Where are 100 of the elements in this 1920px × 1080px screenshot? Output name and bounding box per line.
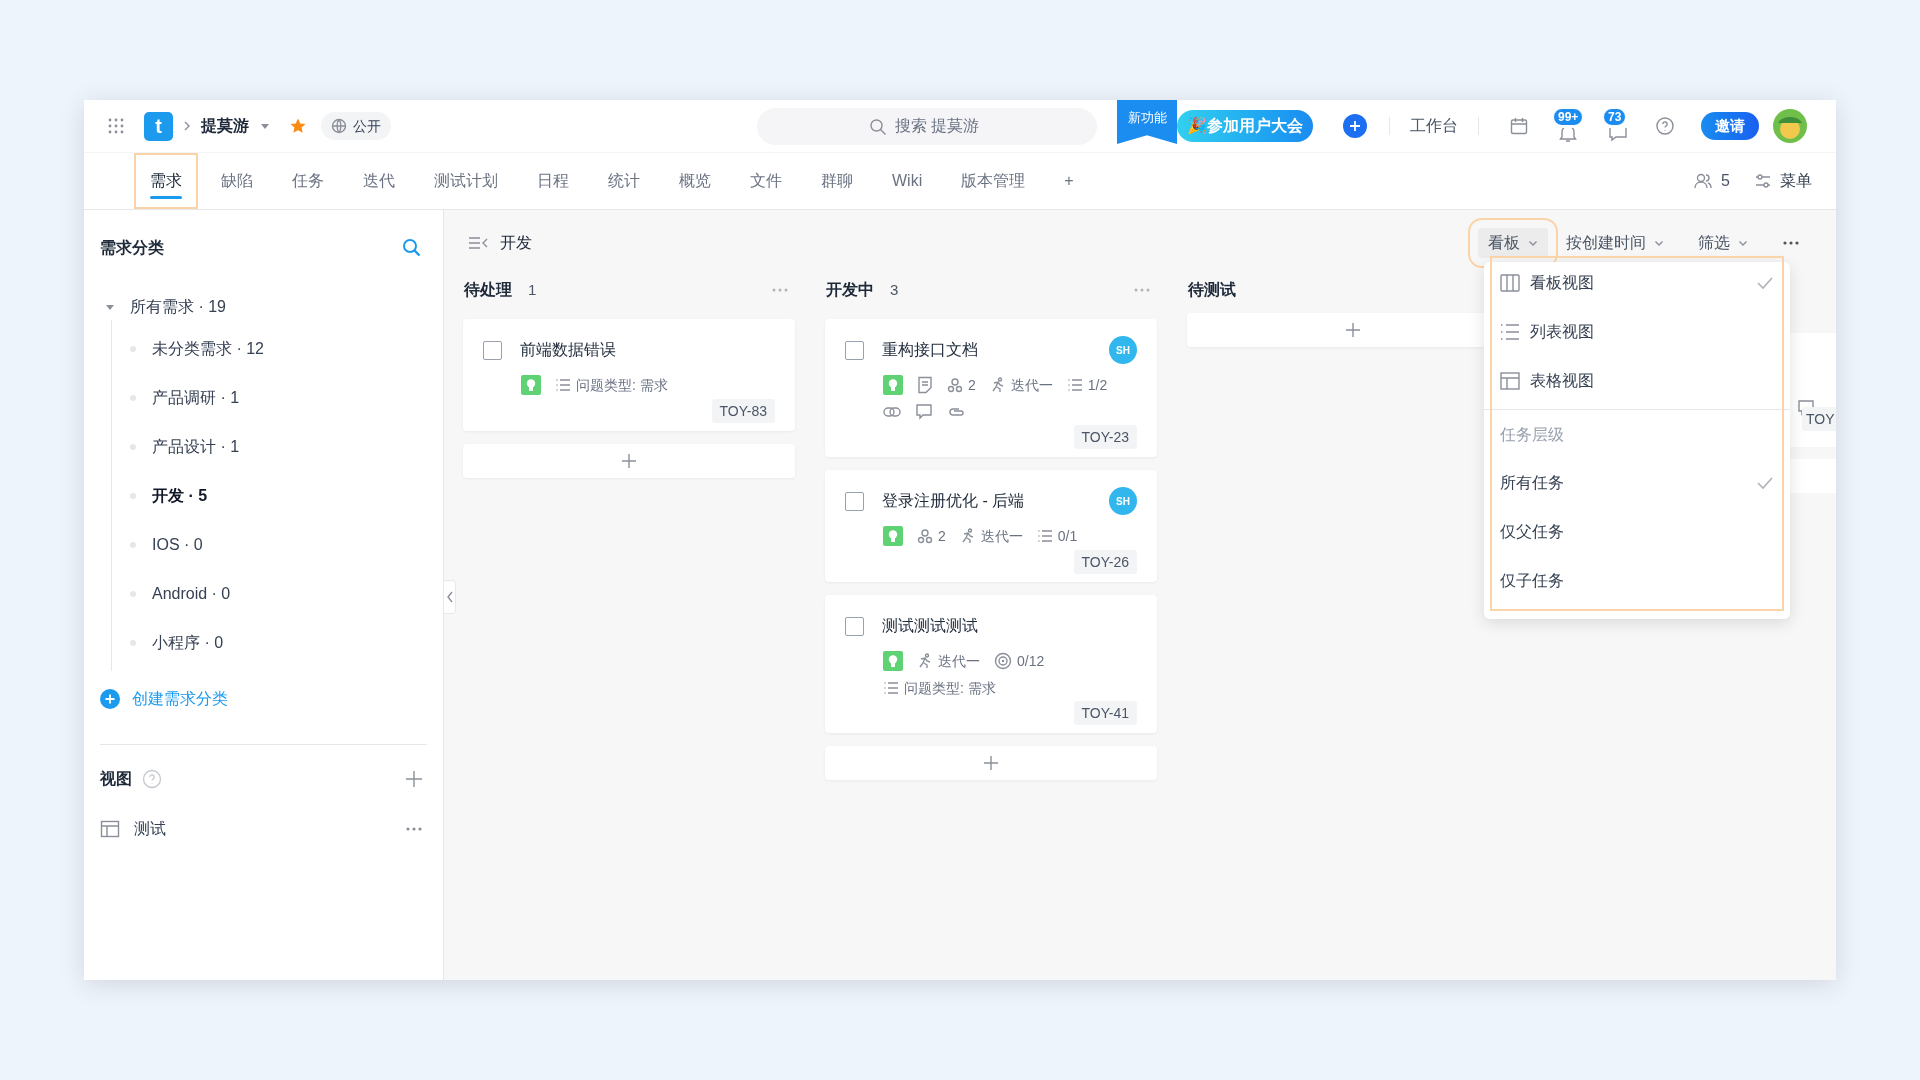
- document-icon: [917, 376, 933, 394]
- star-icon[interactable]: [289, 117, 307, 135]
- menu-item[interactable]: 仅子任务: [1492, 556, 1782, 605]
- card-title: 重构接口文档: [882, 340, 978, 360]
- section-title: 视图: [100, 769, 132, 789]
- project-name[interactable]: 提莫游: [201, 114, 249, 138]
- card-meta-text: 2: [938, 526, 946, 546]
- user-avatar[interactable]: [1773, 109, 1807, 143]
- checkbox[interactable]: [483, 340, 502, 360]
- nav-tab[interactable]: 文件: [734, 153, 798, 209]
- nav-tab[interactable]: +: [1048, 153, 1090, 209]
- search-icon[interactable]: [401, 237, 423, 259]
- add-icon[interactable]: [1343, 114, 1367, 138]
- apps-grid-icon[interactable]: [108, 118, 124, 134]
- columns-icon: [1500, 273, 1520, 292]
- menu-item[interactable]: 所有任务: [1492, 458, 1782, 507]
- search-field[interactable]: 搜索 提莫游: [757, 107, 1097, 145]
- menu-section-header: 任务层级: [1499, 425, 1565, 445]
- menu-item[interactable]: 列表视图: [1492, 307, 1782, 356]
- task-card[interactable]: 登录注册优化 - 后端 SH 2 迭代一 0/1 TOY-26: [825, 470, 1157, 582]
- nav-tab[interactable]: 日程: [521, 153, 585, 209]
- task-id-tag: TOY-83: [711, 399, 775, 423]
- tree-item[interactable]: 未分类需求 · 12: [130, 324, 427, 373]
- menu-item[interactable]: 表格视图: [1492, 356, 1782, 405]
- checkbox[interactable]: [845, 491, 864, 511]
- card-meta-text: 0/12: [1017, 651, 1045, 671]
- nav-tab[interactable]: 迭代: [347, 153, 411, 209]
- card-meta-text: 迭代一: [938, 651, 980, 671]
- table-view-icon: [100, 819, 120, 839]
- workbench-link[interactable]: 工作台: [1410, 114, 1458, 138]
- card-meta-text: 迭代一: [1010, 375, 1053, 395]
- running-figure-icon: [959, 528, 976, 544]
- table-view-icon: [1500, 371, 1520, 390]
- search-icon: [869, 117, 887, 136]
- list-icon: [555, 377, 571, 393]
- message-icon[interactable]: [1607, 128, 1629, 142]
- column-title: 待处理: [464, 280, 512, 300]
- checkbox[interactable]: [845, 616, 864, 636]
- collapse-handle[interactable]: [443, 580, 456, 614]
- task-id-tag: TOY-41: [1073, 701, 1137, 725]
- task-card[interactable]: 前端数据错误 问题类型: 需求 TOY-83: [463, 319, 795, 431]
- task-id-tag: TOY-26: [1073, 550, 1137, 574]
- bell-icon[interactable]: [1557, 128, 1579, 142]
- nav-tab[interactable]: Wiki: [876, 153, 939, 209]
- assignee-avatar: SH: [1109, 487, 1137, 515]
- tree-item[interactable]: IOS · 0: [130, 520, 427, 569]
- list-icon: [1036, 528, 1053, 544]
- menu-item[interactable]: 仅父任务: [1492, 507, 1782, 556]
- help-icon[interactable]: [1655, 116, 1675, 136]
- new-feature-ribbon: 新功能: [1117, 100, 1177, 144]
- tree-item[interactable]: 所有需求 · 19: [100, 294, 427, 320]
- toolbar-view-button[interactable]: 看板: [1478, 227, 1548, 258]
- invite-button[interactable]: 邀请: [1701, 112, 1759, 140]
- board-title: 开发: [500, 232, 532, 253]
- column-count: 1: [528, 279, 537, 300]
- collapse-list-icon[interactable]: [468, 234, 490, 251]
- list-icon: [1066, 377, 1083, 393]
- tree-item[interactable]: 产品调研 · 1: [130, 373, 427, 422]
- help-icon[interactable]: [142, 769, 162, 789]
- check-icon: [1756, 475, 1774, 490]
- card-meta-text: 2: [968, 375, 976, 395]
- toolbar-sort-button[interactable]: 按创建时间: [1556, 227, 1674, 258]
- tree-item[interactable]: Android · 0: [130, 569, 427, 618]
- nav-tab[interactable]: 群聊: [805, 153, 869, 209]
- nav-tab[interactable]: 测试计划: [418, 153, 514, 209]
- checkbox[interactable]: [845, 340, 864, 360]
- globe-icon: [331, 118, 347, 134]
- task-card[interactable]: 测试测试测试 迭代一 0/12 问题类型: 需求 TOY-41: [825, 595, 1157, 733]
- card-title: 登录注册优化 - 后端: [882, 491, 1025, 511]
- view-item[interactable]: 测试: [134, 817, 166, 841]
- add-icon: [621, 453, 637, 469]
- nav-tab[interactable]: 缺陷: [205, 153, 269, 209]
- nav-tab[interactable]: 任务: [276, 153, 340, 209]
- nav-tab[interactable]: 需求: [134, 153, 198, 209]
- card-meta-text: 问题类型: 需求: [576, 375, 668, 395]
- count-badge: 73: [1603, 108, 1627, 126]
- task-id-tag: TOY: [1802, 407, 1836, 431]
- task-id-tag: TOY-23: [1073, 425, 1137, 449]
- add-icon[interactable]: [405, 770, 423, 788]
- members-button[interactable]: 5: [1693, 153, 1730, 209]
- add-icon: [1345, 322, 1361, 338]
- people-icon: [1693, 171, 1714, 191]
- check-icon: [1756, 275, 1774, 290]
- bulb-icon: [883, 375, 903, 395]
- tree-item[interactable]: 产品设计 · 1: [130, 422, 427, 471]
- nav-tab[interactable]: 版本管理: [945, 153, 1042, 209]
- bulb-icon: [883, 651, 903, 671]
- menu-item[interactable]: 看板视图: [1492, 258, 1782, 307]
- more-icon[interactable]: [1782, 239, 1800, 246]
- task-card[interactable]: 重构接口文档 SH 2 迭代一 1/2 TOY-23: [825, 319, 1157, 457]
- toolbar-filter-button[interactable]: 筛选: [1688, 227, 1758, 258]
- tree-item[interactable]: 小程序 · 0: [130, 618, 427, 667]
- nav-tab[interactable]: 概览: [663, 153, 727, 209]
- list-icon: [883, 680, 899, 696]
- more-icon[interactable]: [405, 826, 423, 832]
- calendar-icon[interactable]: [1509, 116, 1529, 136]
- menu-button[interactable]: 菜单: [1754, 153, 1812, 209]
- tree-item[interactable]: 开发 · 5: [130, 471, 427, 520]
- visibility-button[interactable]: 公开: [321, 112, 391, 140]
- nav-tab[interactable]: 统计: [592, 153, 656, 209]
